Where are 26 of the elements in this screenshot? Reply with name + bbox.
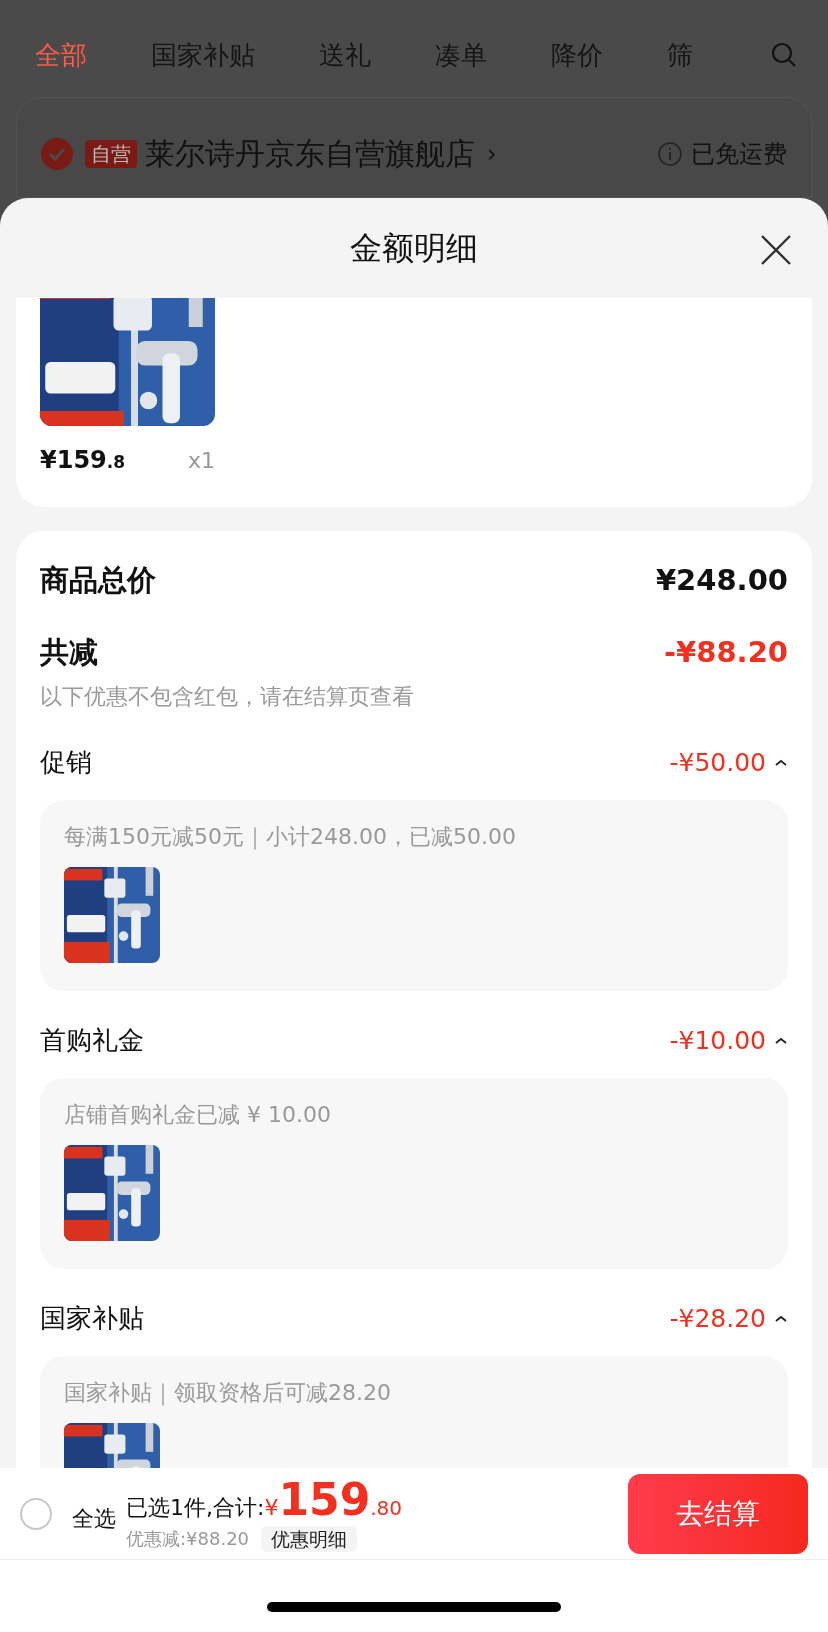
discount-note: 以下优惠不包含红包，请在结算页查看 (40, 683, 415, 711)
selected-count: 已选1件,合计: (126, 1494, 265, 1522)
chevron-icon[interactable]: › (487, 138, 497, 170)
total-label: 商品总价 (40, 562, 156, 599)
checkout-button[interactable]: 去结算 (628, 1473, 808, 1554)
section-detail: 国家补贴｜领取资格后可减28.20 (64, 1379, 392, 1408)
product-price: ¥159.8 (40, 445, 126, 476)
section-detail: 每满150元减50元｜小计248.00，已减50.00 (64, 823, 517, 852)
section-title: 国家补贴 (40, 1302, 144, 1335)
section-detail: 店铺首购礼金已减 ¥ 10.00 (64, 1101, 332, 1129)
discount-label: 共减 (40, 633, 98, 671)
section-title: 促销 (40, 746, 92, 779)
section-title: 首购礼金 (40, 1024, 144, 1057)
total-amount: ¥159.80 (264, 1475, 403, 1525)
product-quantity: x1 (187, 447, 215, 475)
category-tab[interactable]: 全部 (35, 35, 87, 75)
discount-value: -¥88.20 (664, 633, 788, 671)
section-amount: -¥10.00 (669, 1024, 766, 1057)
discount-detail-button[interactable]: 优惠明细 (261, 1525, 358, 1552)
sheet-title: 金额明细 (350, 228, 478, 269)
total-value: ¥248.00 (655, 562, 788, 599)
store-badge: 自营 (85, 140, 137, 168)
section-amount: -¥50.00 (669, 746, 766, 779)
section-amount: -¥28.20 (669, 1302, 766, 1335)
select-all-label[interactable]: 全选 (72, 1502, 116, 1535)
discount-summary: 优惠减:¥88.20 (126, 1527, 250, 1551)
